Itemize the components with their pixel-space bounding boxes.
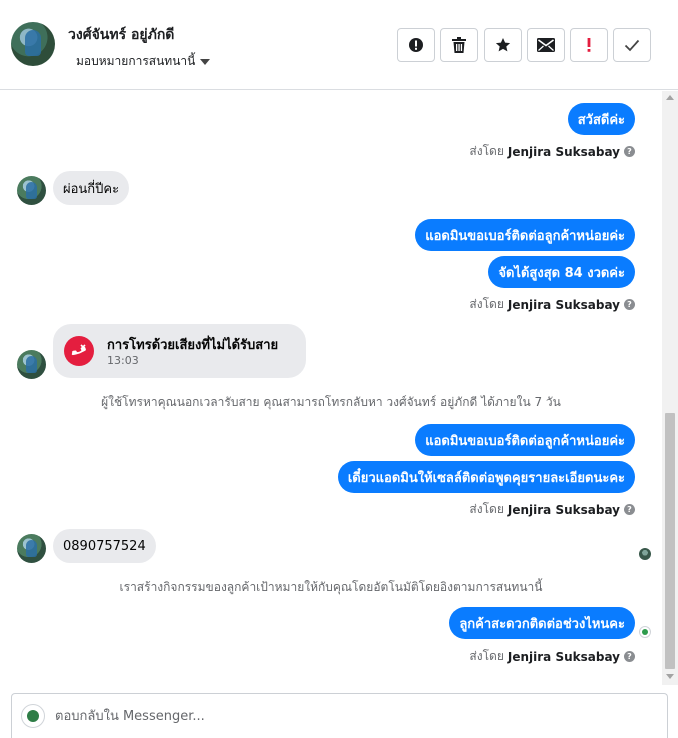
assign-conversation-dropdown[interactable]: มอบหมายการสนทนานี้ <box>76 52 211 71</box>
seen-indicator-page <box>639 626 651 638</box>
outgoing-message[interactable]: เดี๋ยวแอดมินให้เซลล์ติดต่อพูดคุยรายละเอี… <box>337 461 635 493</box>
reply-composer <box>11 693 668 738</box>
mark-done-button[interactable] <box>613 28 651 62</box>
delete-button[interactable] <box>440 28 478 62</box>
conversation-header: วงศ์จันทร์ อยู่ภักดี มอบหมายการสนทนานี้ <box>0 0 678 90</box>
alert-circle-icon <box>409 38 423 52</box>
sent-by-label: ส่งโดย Jenjira Suksabay ? <box>469 500 635 519</box>
mark-unread-button[interactable] <box>527 28 565 62</box>
sent-by-label: ส่งโดย Jenjira Suksabay ? <box>469 647 635 666</box>
check-icon <box>624 39 640 51</box>
incoming-message[interactable]: 0890757524 <box>53 529 156 563</box>
trash-icon <box>452 37 466 53</box>
reply-input[interactable] <box>55 706 635 726</box>
follow-up-button[interactable] <box>570 28 608 62</box>
missed-call-time: 13:03 <box>107 354 139 367</box>
help-icon[interactable]: ? <box>624 504 635 515</box>
info-button[interactable] <box>397 28 435 62</box>
outgoing-message[interactable]: สวัสดีค่ะ <box>567 103 635 135</box>
envelope-icon <box>537 38 555 52</box>
lead-activity-note: เราสร้างกิจกรรมของลูกค้าเป้าหมายให้กับคุ… <box>119 580 543 594</box>
sent-by-label: ส่งโดย Jenjira Suksabay ? <box>469 295 635 314</box>
sent-by-prefix: ส่งโดย <box>469 297 504 311</box>
sent-by-label: ส่งโดย Jenjira Suksabay ? <box>469 142 635 161</box>
outgoing-message[interactable]: จัดได้สูงสุด 84 งวดค่ะ <box>488 256 635 288</box>
sent-by-agent: Jenjira Suksabay <box>507 297 620 312</box>
missed-call-title: การโทรด้วยเสียงที่ไม่ได้รับสาย <box>107 338 279 353</box>
caret-down-icon <box>200 58 211 65</box>
outgoing-message[interactable]: ลูกค้าสะดวกติดต่อช่วงไหนคะ <box>449 607 635 639</box>
contact-avatar-small <box>17 176 46 205</box>
contact-avatar-small <box>17 350 46 379</box>
sent-by-prefix: ส่งโดย <box>469 144 504 158</box>
help-icon[interactable]: ? <box>624 651 635 662</box>
scroll-down-arrow-icon[interactable] <box>666 674 674 679</box>
sent-by-agent: Jenjira Suksabay <box>507 144 620 159</box>
sent-by-prefix: ส่งโดย <box>469 649 504 663</box>
star-button[interactable] <box>484 28 522 62</box>
sent-by-agent: Jenjira Suksabay <box>507 502 620 517</box>
missed-call-icon <box>64 336 94 366</box>
help-icon[interactable]: ? <box>624 146 635 157</box>
outgoing-message[interactable]: แอดมินขอเบอร์ติดต่อลูกค้าหน่อยค่ะ <box>415 424 635 456</box>
assign-label: มอบหมายการสนทนานี้ <box>76 54 196 68</box>
seen-indicator-avatar <box>639 548 651 560</box>
sent-by-prefix: ส่งโดย <box>469 502 504 516</box>
contact-name[interactable]: วงศ์จันทร์ อยู่ภักดี <box>68 24 174 46</box>
sent-by-agent: Jenjira Suksabay <box>507 649 620 664</box>
help-icon[interactable]: ? <box>624 299 635 310</box>
missed-call-card[interactable]: การโทรด้วยเสียงที่ไม่ได้รับสาย 13:03 <box>53 324 306 378</box>
message-thread[interactable]: สวัสดีค่ะ ส่งโดย Jenjira Suksabay ? ผ่อน… <box>0 91 662 685</box>
exclamation-icon <box>587 38 591 52</box>
thread-scrollbar[interactable] <box>662 91 678 685</box>
star-icon <box>495 38 511 52</box>
missed-call-note: ผู้ใช้โทรหาคุณนอกเวลารับสาย คุณสามารถโทร… <box>101 395 561 409</box>
scrollbar-thumb[interactable] <box>665 413 675 669</box>
outgoing-message[interactable]: แอดมินขอเบอร์ติดต่อลูกค้าหน่อยค่ะ <box>415 219 635 251</box>
contact-avatar-small <box>17 534 46 563</box>
scroll-up-arrow-icon[interactable] <box>666 95 674 100</box>
incoming-message[interactable]: ผ่อนกี่ปีคะ <box>53 171 130 205</box>
contact-avatar[interactable] <box>11 22 55 66</box>
page-avatar <box>21 704 45 728</box>
